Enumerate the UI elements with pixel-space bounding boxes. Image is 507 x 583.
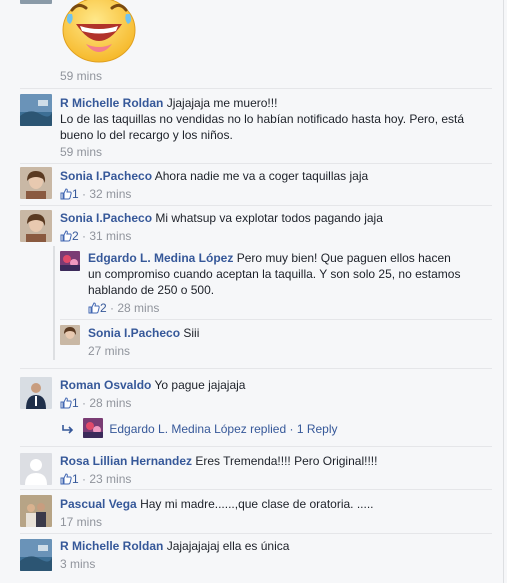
comment-time[interactable]: · 23 mins <box>82 472 131 486</box>
commenter-name[interactable]: Sonia I.Pacheco <box>60 211 152 225</box>
comment-time[interactable]: · 28 mins <box>110 301 159 315</box>
comment-text: Pero muy bien! Que paguen ellos hacen <box>236 251 451 265</box>
like-count[interactable]: 1 <box>72 472 79 486</box>
reply-count[interactable]: 1 Reply <box>297 422 338 436</box>
commenter-name[interactable]: Edgardo L. Medina López <box>88 251 233 265</box>
comment-line: Edgardo L. Medina López Pero muy bien! Q… <box>88 250 451 266</box>
comment-line: Rosa Lillian Hernandez Eres Tremenda!!!!… <box>60 453 377 469</box>
commenter-name[interactable]: Pascual Vega <box>60 497 137 511</box>
avatar[interactable] <box>20 377 52 409</box>
avatar[interactable] <box>20 0 52 4</box>
avatar <box>83 418 104 438</box>
replied-text: replied · <box>250 422 294 436</box>
reply-thread-bar <box>53 246 55 360</box>
like-count[interactable]: 2 <box>100 301 107 315</box>
comment-time[interactable]: 59 mins <box>60 144 102 160</box>
comment-time[interactable]: · 32 mins <box>82 187 131 201</box>
like-thumb-icon[interactable] <box>60 473 72 485</box>
comment-meta: 2 · 28 mins <box>88 300 159 316</box>
avatar[interactable] <box>20 495 52 527</box>
comment-line: Pascual Vega Hay mi madre......,que clas… <box>60 496 374 512</box>
like-count[interactable]: 1 <box>72 396 79 410</box>
reply-arrow-icon <box>62 425 74 434</box>
like-count[interactable]: 2 <box>72 229 79 243</box>
comment-line: Sonia I.Pacheco Siii <box>88 325 199 341</box>
comment-line: R Michelle Roldan Jajajajajaj ella es ún… <box>60 538 289 554</box>
comment-text: Yo pague jajajaja <box>154 378 246 392</box>
comment-text: Mi whatsup va explotar todos pagando jaj… <box>155 211 383 225</box>
replied-name[interactable]: Edgardo L. Medina López <box>109 422 246 436</box>
comment-text: Ahora nadie me va a coger taquillas jaja <box>154 169 369 183</box>
comment-line: R Michelle Roldan Jjajajaja me muero!!! <box>60 95 277 111</box>
commenter-name[interactable]: Roman Osvaldo <box>60 378 151 392</box>
comment-meta: 1 · 28 mins <box>60 395 131 411</box>
avatar[interactable] <box>20 539 52 571</box>
avatar[interactable] <box>20 210 52 242</box>
comment-text: Siii <box>183 326 200 340</box>
comment-line: Sonia I.Pacheco Ahora nadie me va a coge… <box>60 168 368 184</box>
commenter-name[interactable]: Sonia I.Pacheco <box>60 169 152 183</box>
comment-meta: 1 · 23 mins <box>60 471 131 487</box>
avatar[interactable] <box>20 453 52 485</box>
comment-line: Roman Osvaldo Yo pague jajajaja <box>60 377 245 393</box>
comment-divider <box>20 533 492 534</box>
comment-time[interactable]: 59 mins <box>60 68 102 84</box>
comments-panel: 59 mins R Michelle Roldan Jjajajaja me m… <box>0 0 504 583</box>
avatar[interactable] <box>60 251 80 271</box>
comment-meta: 1 · 32 mins <box>60 186 131 202</box>
comment-divider <box>20 489 492 490</box>
comment-line: Sonia I.Pacheco Mi whatsup va explotar t… <box>60 210 383 226</box>
comment-time[interactable]: 27 mins <box>88 343 130 359</box>
like-thumb-icon[interactable] <box>60 188 72 200</box>
comment-text: Jjajajaja me muero!!! <box>166 96 278 110</box>
comment-text: Eres Tremenda!!!! Pero Original!!!! <box>195 454 378 468</box>
comment-time[interactable]: · 31 mins <box>82 229 131 243</box>
comment-text: Lo de las taquillas no vendidas no lo ha… <box>60 112 465 126</box>
avatar[interactable] <box>60 325 80 345</box>
commenter-name[interactable]: R Michelle Roldan <box>60 96 163 110</box>
comment-divider <box>20 205 492 206</box>
like-thumb-icon[interactable] <box>60 397 72 409</box>
like-thumb-icon[interactable] <box>88 302 100 314</box>
laughing-face-icon <box>62 0 136 63</box>
view-replies-link[interactable]: Edgardo L. Medina López replied · 1 Repl… <box>62 418 338 438</box>
commenter-name[interactable]: R Michelle Roldan <box>60 539 163 553</box>
comment-divider <box>20 446 492 447</box>
avatar[interactable] <box>20 167 52 199</box>
comment-time[interactable]: · 28 mins <box>82 396 131 410</box>
comment-text: bueno lo del recargo y los niños. <box>60 128 233 142</box>
comment-divider <box>20 88 492 89</box>
comment-text: Jajajajajaj ella es única <box>166 539 290 553</box>
comment-divider <box>20 163 492 164</box>
comment-divider <box>20 368 492 369</box>
comment-text: hablando de 250 o 500. <box>88 283 215 297</box>
comment-text: un compromiso cuando aceptan la taquilla… <box>88 267 461 281</box>
commenter-name[interactable]: Rosa Lillian Hernandez <box>60 454 192 468</box>
comment-divider <box>60 319 492 320</box>
like-thumb-icon[interactable] <box>60 230 72 242</box>
comment-time[interactable]: 17 mins <box>60 514 102 530</box>
comment-text: Hay mi madre......,que clase de oratoria… <box>140 497 374 511</box>
comment-time[interactable]: 3 mins <box>60 556 95 572</box>
commenter-name[interactable]: Sonia I.Pacheco <box>88 326 180 340</box>
like-count[interactable]: 1 <box>72 187 79 201</box>
comment-meta: 2 · 31 mins <box>60 228 131 244</box>
avatar[interactable] <box>20 94 52 126</box>
